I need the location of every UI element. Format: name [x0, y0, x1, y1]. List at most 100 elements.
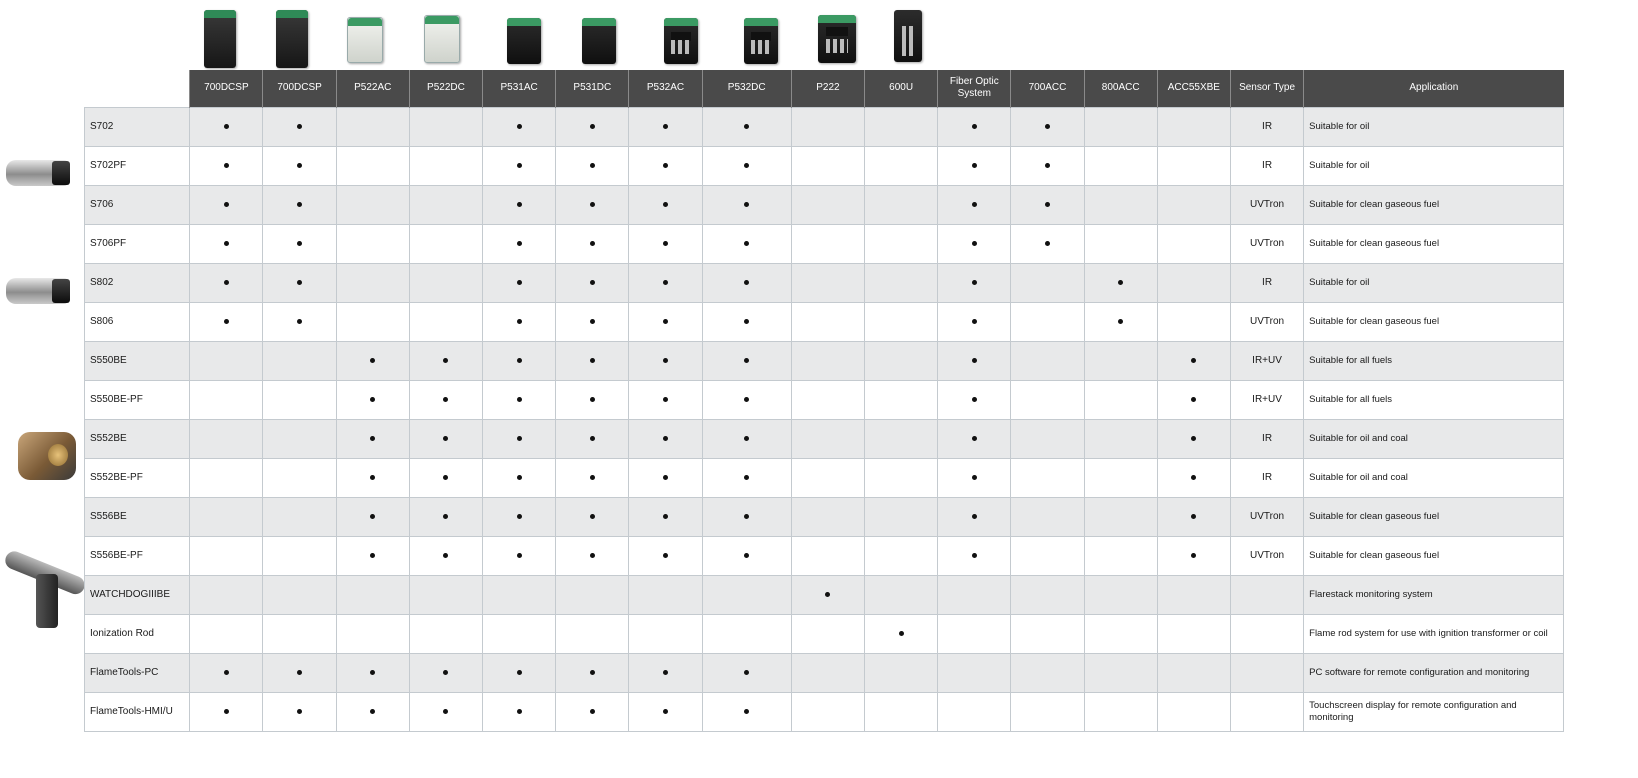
compat-cell	[335, 340, 410, 381]
compat-cell	[335, 106, 410, 147]
compatible-dot	[223, 124, 229, 129]
application-cell: Suitable for all fuels	[1303, 379, 1564, 420]
compat-cell	[189, 223, 264, 264]
sensor-name-cell: S702PF	[83, 145, 191, 186]
compat-cell	[262, 613, 337, 654]
application-cell: Suitable for oil	[1303, 262, 1564, 303]
compat-cell	[937, 418, 1012, 459]
sensor-type-cell: IR	[1229, 145, 1305, 186]
compat-cell	[408, 184, 484, 225]
compatible-dot	[744, 475, 750, 480]
compatible-dot	[297, 319, 303, 324]
compat-cell	[790, 535, 866, 576]
compatible-dot	[443, 514, 449, 519]
compat-cell	[1010, 301, 1085, 342]
table-row: S706 UVTron Suitable for clean gaseous fue…	[83, 184, 1564, 225]
table-body: S702 IR Suitable for oil S702PF IR Suitable f…	[83, 106, 1564, 732]
compat-cell	[628, 496, 703, 537]
column-header: 600U	[864, 70, 938, 107]
application-cell: Suitable for clean gaseous fuel	[1303, 301, 1564, 342]
compatible-dot	[663, 124, 668, 129]
compat-cell	[335, 262, 410, 303]
sensor-type-cell	[1229, 691, 1305, 732]
compat-cell	[189, 652, 264, 693]
compatible-dot	[516, 124, 522, 129]
table-row: S802 IR Suitable for oil	[83, 262, 1564, 303]
compatible-dot	[1118, 280, 1124, 285]
compatible-dot	[663, 553, 668, 558]
600u-unit-image	[894, 10, 922, 62]
compatible-dot	[971, 202, 977, 207]
compatible-dot	[744, 514, 750, 519]
compatible-dot	[589, 709, 595, 714]
compat-cell	[790, 691, 866, 732]
compatible-dot	[971, 475, 977, 480]
compat-cell	[864, 691, 939, 732]
table-header-row: 700DCSP 700DCSP P522AC P522DC P531AC P531DC P5…	[84, 70, 1564, 107]
compat-cell	[1156, 223, 1231, 264]
compat-cell	[189, 379, 264, 420]
compatible-dot	[223, 709, 229, 714]
table-row: S552BE IR Suitable for oil and coal	[83, 418, 1564, 459]
application-cell: Suitable for oil and coal	[1303, 418, 1564, 459]
compat-cell	[937, 184, 1012, 225]
compat-cell	[555, 496, 630, 537]
compatible-dot	[370, 475, 376, 480]
compatible-dot	[663, 241, 668, 246]
compat-cell	[701, 457, 792, 498]
compat-cell	[790, 145, 866, 186]
sensor-type-cell: UVTron	[1229, 301, 1305, 342]
compat-cell	[482, 574, 557, 615]
compat-cell	[555, 574, 630, 615]
compat-cell	[555, 145, 630, 186]
compatible-dot	[297, 163, 303, 168]
compat-cell	[864, 262, 939, 303]
compat-cell	[189, 418, 264, 459]
compat-cell	[262, 184, 337, 225]
sensor-type-cell: UVTron	[1229, 184, 1305, 225]
compat-cell	[408, 613, 484, 654]
compat-cell	[482, 691, 557, 732]
compat-cell	[790, 340, 866, 381]
compat-cell	[189, 496, 264, 537]
compat-cell	[790, 613, 866, 654]
compat-cell	[482, 496, 557, 537]
compat-cell	[482, 301, 557, 342]
table-row: S806 UVTron Suitable for clean gaseous fue…	[83, 301, 1564, 342]
compat-cell	[1083, 496, 1158, 537]
compat-cell	[408, 223, 484, 264]
compatible-dot	[443, 709, 449, 714]
compatible-dot	[744, 436, 750, 441]
compat-cell	[1010, 691, 1085, 732]
compat-cell	[628, 574, 703, 615]
compat-cell	[335, 496, 410, 537]
compatible-dot	[443, 475, 449, 480]
compatible-dot	[516, 436, 522, 441]
compat-cell	[1083, 223, 1158, 264]
compatible-dot	[971, 241, 977, 246]
compat-cell	[937, 496, 1012, 537]
compat-cell	[1156, 418, 1231, 459]
compatible-dot	[589, 163, 595, 168]
compatible-dot	[370, 397, 376, 402]
compat-cell	[701, 184, 792, 225]
sensor-name-cell: S552BE-PF	[83, 457, 191, 498]
column-header: Application	[1303, 70, 1564, 107]
p531dc-unit-image	[582, 18, 616, 64]
sensor-name-cell: S550BE-PF	[83, 379, 191, 420]
compat-cell	[482, 340, 557, 381]
sensor-name-cell: S806	[83, 301, 191, 342]
compatible-dot	[516, 553, 522, 558]
compat-cell	[189, 535, 264, 576]
compatible-dot	[744, 163, 750, 168]
compatible-dot	[297, 709, 303, 714]
compat-cell	[790, 106, 866, 147]
compat-cell	[937, 457, 1012, 498]
column-header: Sensor Type	[1229, 70, 1304, 107]
application-cell: Flarestack monitoring system	[1303, 574, 1564, 615]
compat-cell	[408, 652, 484, 693]
compatible-dot	[589, 241, 595, 246]
compat-cell	[937, 691, 1012, 732]
application-cell: Suitable for all fuels	[1303, 340, 1564, 381]
compat-cell	[628, 340, 703, 381]
